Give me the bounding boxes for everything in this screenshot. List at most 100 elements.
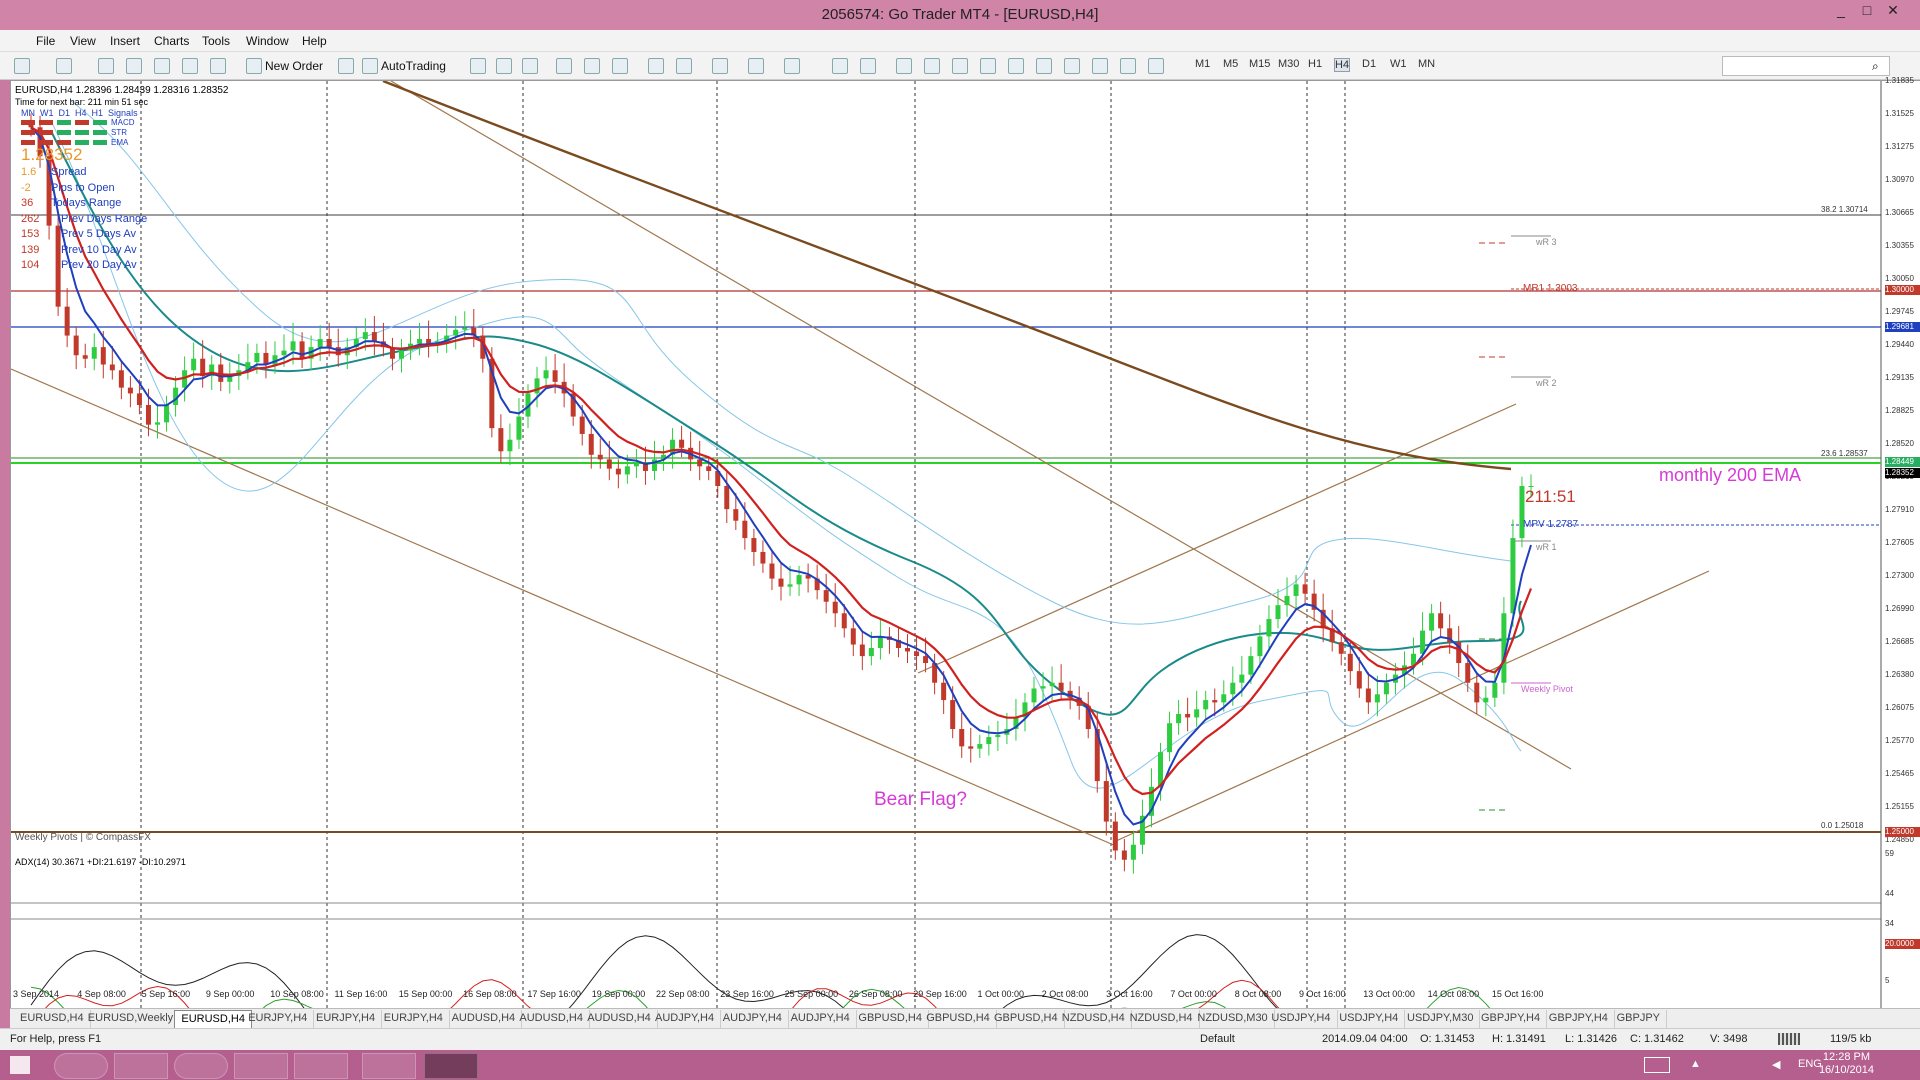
chart-shift-button[interactable] — [676, 56, 692, 76]
price-tick: 1.29745 — [1885, 307, 1914, 316]
menu-insert[interactable]: Insert — [110, 34, 140, 48]
menu-window[interactable]: Window — [246, 34, 289, 48]
metaeditor-button[interactable] — [338, 56, 354, 76]
vline-button[interactable] — [896, 56, 912, 76]
chart-tab[interactable]: EURUSD,Weekly — [82, 1010, 181, 1028]
chart-tab[interactable]: AUDUSD,H4 — [513, 1010, 590, 1028]
weekly-pivot-label: Weekly Pivot — [1521, 684, 1573, 694]
stat-prev20-value: 104 — [21, 259, 40, 271]
tf-mn[interactable]: MN — [1418, 58, 1435, 70]
tester-button[interactable] — [210, 56, 226, 76]
chart-tab[interactable]: NZDUSD,M30 — [1191, 1010, 1275, 1028]
close-button[interactable]: ✕ — [1878, 2, 1908, 22]
candlestick-button[interactable] — [496, 56, 512, 76]
bar-chart-button[interactable] — [470, 56, 486, 76]
tf-w1[interactable]: W1 — [1390, 58, 1407, 70]
tf-m1[interactable]: M1 — [1195, 58, 1210, 70]
chart-tab[interactable]: GBPUSD,H4 — [988, 1010, 1065, 1028]
chart-tab[interactable]: AUDUSD,H4 — [581, 1010, 658, 1028]
navigator-button[interactable] — [154, 56, 170, 76]
new-chart-button[interactable] — [14, 56, 30, 76]
volume-icon[interactable]: ◀ — [1772, 1058, 1780, 1071]
crosshair-tool-button[interactable] — [860, 56, 876, 76]
app-taskbar-icon[interactable] — [294, 1053, 348, 1079]
zoom-out-button[interactable] — [584, 56, 600, 76]
chart-tab[interactable]: USDJPY,M30 — [1401, 1010, 1481, 1028]
hline-button[interactable] — [924, 56, 940, 76]
tf-h1[interactable]: H1 — [1308, 58, 1322, 70]
tray-arrow-icon[interactable]: ▲ — [1690, 1058, 1701, 1070]
keyboard-icon[interactable] — [1644, 1057, 1670, 1073]
autotrading-button[interactable]: AutoTrading — [362, 56, 446, 76]
line-chart-button[interactable] — [522, 56, 538, 76]
market-watch-button[interactable] — [98, 56, 114, 76]
tile-windows-button[interactable] — [612, 56, 628, 76]
window-taskbar-icon[interactable] — [362, 1053, 416, 1079]
new-order-button[interactable]: New Order — [246, 56, 323, 76]
chart-tab[interactable]: EURUSD,H4 — [174, 1010, 252, 1028]
profiles-button[interactable] — [56, 56, 72, 76]
text-button[interactable] — [1036, 56, 1052, 76]
arrows-button[interactable] — [1148, 56, 1164, 76]
channel-icon — [980, 58, 996, 74]
menu-help[interactable]: Help — [302, 34, 327, 48]
chart-tab[interactable]: GBPJPY,H4 — [1543, 1010, 1615, 1028]
chart-tab[interactable]: NZDUSD,H4 — [1124, 1010, 1200, 1028]
price-chart[interactable] — [10, 79, 1920, 1080]
chart-tab[interactable]: AUDJPY,H4 — [649, 1010, 722, 1028]
menu-charts[interactable]: Charts — [154, 34, 189, 48]
tf-d1[interactable]: D1 — [1362, 58, 1376, 70]
trendline-button[interactable] — [952, 56, 968, 76]
terminal-button[interactable] — [182, 56, 198, 76]
chart-tab[interactable]: EURJPY,H4 — [242, 1010, 315, 1028]
wr3-label: wR 3 — [1536, 237, 1557, 247]
rectangle-button[interactable] — [1092, 56, 1108, 76]
zoom-in-button[interactable] — [556, 56, 572, 76]
chart-tab[interactable]: NZDUSD,H4 — [1056, 1010, 1132, 1028]
chart-tab[interactable]: EURJPY,H4 — [378, 1010, 450, 1028]
autoscroll-button[interactable] — [648, 56, 664, 76]
tf-m15[interactable]: M15 — [1249, 58, 1270, 70]
label-button[interactable] — [1064, 56, 1080, 76]
chart-tab[interactable]: GBPJPY,H4 — [1475, 1010, 1548, 1028]
chrome-taskbar-icon[interactable] — [174, 1053, 228, 1079]
ie-taskbar-icon[interactable] — [54, 1053, 108, 1079]
cursor-button[interactable] — [832, 56, 848, 76]
time-tick: 2 Oct 08:00 — [1041, 989, 1089, 999]
indicators-button[interactable] — [712, 56, 728, 76]
ellipse-button[interactable] — [1120, 56, 1136, 76]
channel-button[interactable] — [980, 56, 996, 76]
menu-file[interactable]: File — [36, 34, 55, 48]
tf-h4[interactable]: H4 — [1334, 58, 1351, 72]
mt4-taskbar-icon[interactable] — [424, 1053, 478, 1079]
chart-tab[interactable]: GBPUSD,H4 — [920, 1010, 997, 1028]
menu-tools[interactable]: Tools — [202, 34, 230, 48]
tf-m30[interactable]: M30 — [1278, 58, 1299, 70]
chart-window[interactable]: EURUSD,H4 1.28396 1.28439 1.28316 1.2835… — [10, 76, 1920, 1080]
stat-prevday-label: Prev Days Range — [61, 212, 148, 225]
tf-m5[interactable]: M5 — [1223, 58, 1238, 70]
toolbar: New Order AutoTrading M1 M5 M15 M30 H1 H… — [0, 52, 1920, 80]
periods-button[interactable] — [748, 56, 764, 76]
chart-tab[interactable]: EURUSD,H4 — [14, 1010, 91, 1028]
windows-start-icon[interactable] — [10, 1056, 30, 1074]
chart-tab[interactable]: GBPUSD,H4 — [852, 1010, 929, 1028]
explorer-taskbar-icon[interactable] — [114, 1053, 168, 1079]
templates-button[interactable] — [784, 56, 800, 76]
calculator-taskbar-icon[interactable] — [234, 1053, 288, 1079]
chart-tab[interactable]: EURJPY,H4 — [310, 1010, 383, 1028]
chart-tab[interactable]: AUDJPY,H4 — [785, 1010, 857, 1028]
chart-tab[interactable]: AUDUSD,H4 — [446, 1010, 523, 1028]
data-window-button[interactable] — [126, 56, 142, 76]
chart-tab[interactable]: USDJPY,H4 — [1333, 1010, 1406, 1028]
chart-tab[interactable]: AUDJPY,H4 — [717, 1010, 789, 1028]
time-axis[interactable]: 3 Sep 2014 4 Sep 08:00 5 Sep 16:00 9 Sep 00… — [11, 989, 1881, 1005]
chart-tab[interactable]: USDJPY,H4 — [1265, 1010, 1338, 1028]
search-icon[interactable]: ⌕ — [1872, 59, 1879, 74]
price-axis[interactable]: 1.31835 1.31525 1.31275 1.30970 1.30665 … — [1885, 76, 1920, 903]
fibo-button[interactable] — [1008, 56, 1024, 76]
clock[interactable]: 12:28 PM 16/10/2014 — [1819, 1051, 1874, 1077]
search-input[interactable] — [1722, 56, 1890, 76]
chart-tab[interactable]: GBPJPY — [1611, 1010, 1667, 1028]
menu-view[interactable]: View — [70, 34, 96, 48]
